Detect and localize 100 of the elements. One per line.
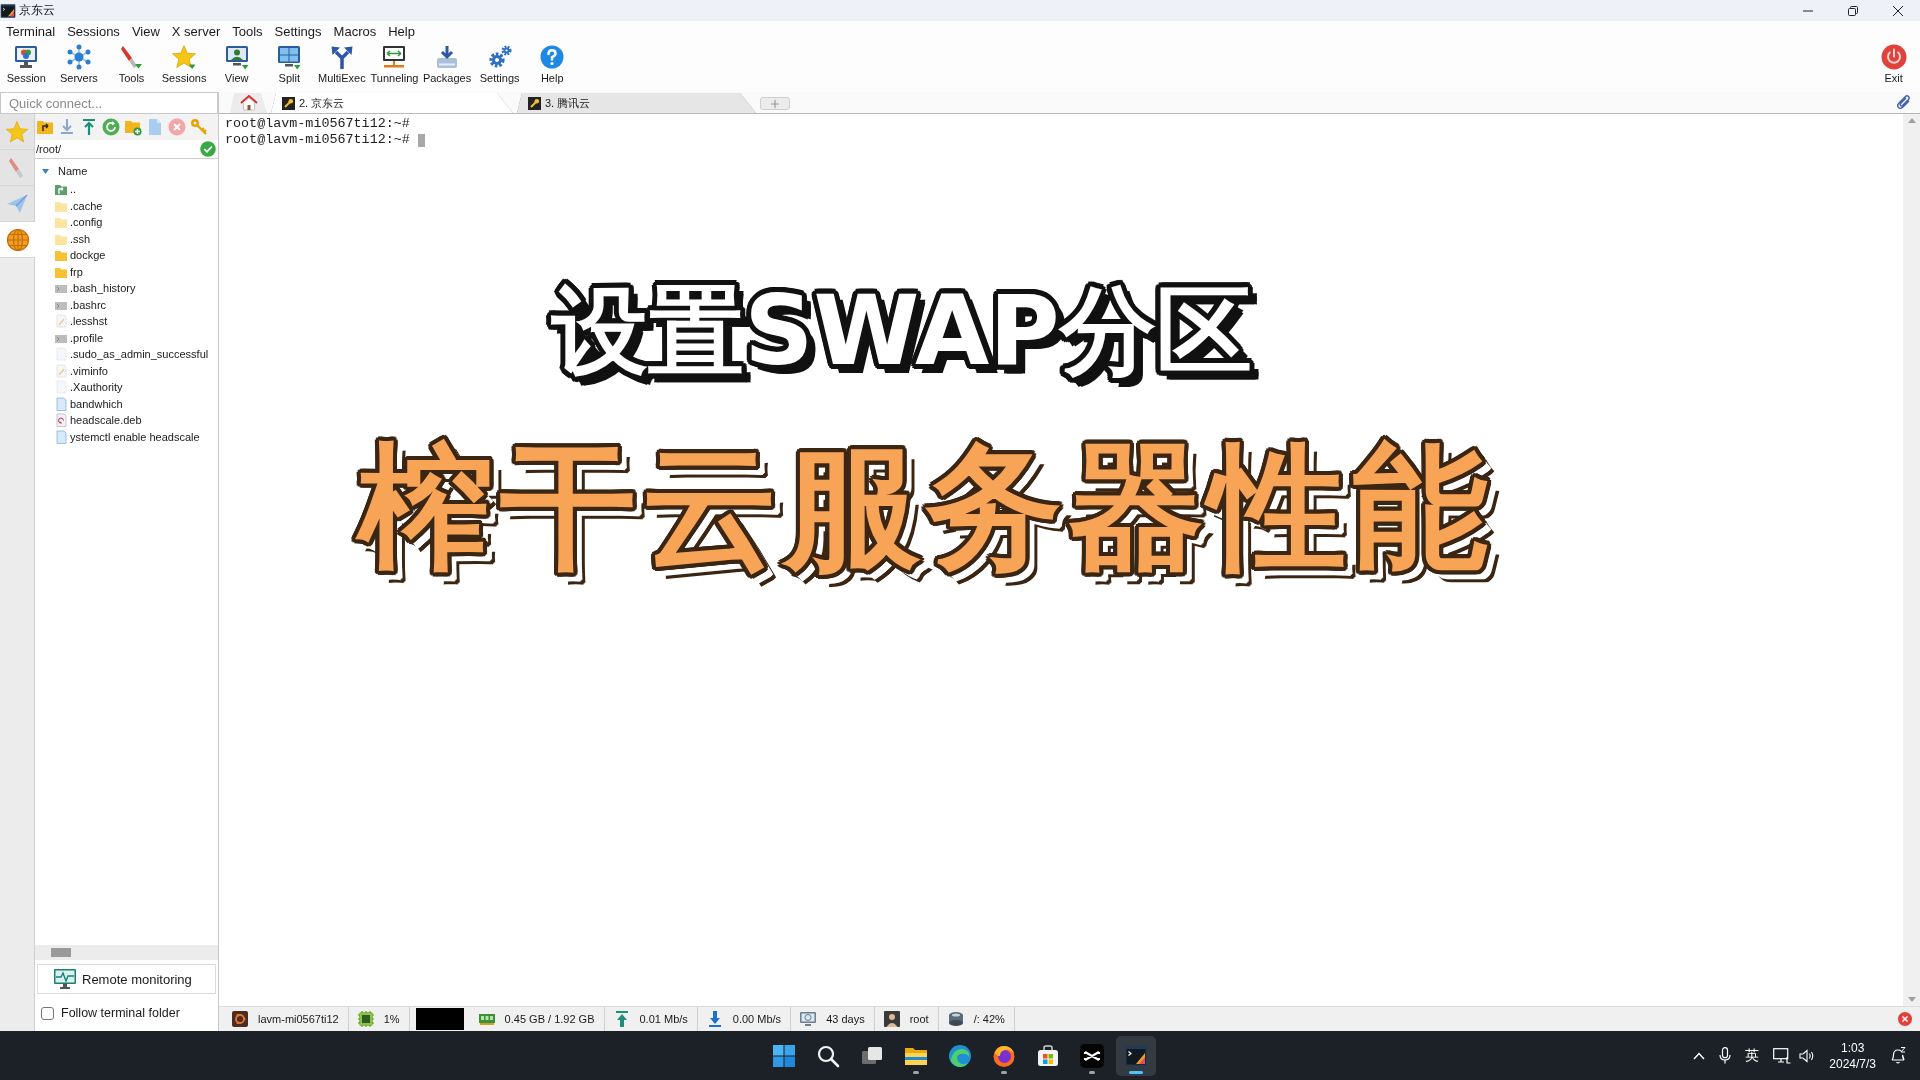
wrench-icon <box>282 96 295 110</box>
servers-button[interactable]: Servers <box>52 42 106 85</box>
cpu-usage-label: 1% <box>383 1013 400 1025</box>
view-button[interactable]: View <box>210 42 263 85</box>
terminal-button[interactable] <box>1116 1035 1156 1076</box>
network-nodes-icon <box>65 44 92 70</box>
shopping-bag-icon <box>1036 1043 1060 1068</box>
new-folder-icon[interactable] <box>124 118 142 136</box>
close-icon <box>1892 5 1903 16</box>
file-item[interactable]: .bashrc <box>35 296 107 313</box>
split-button[interactable]: Split <box>262 42 316 85</box>
exit-button[interactable]: Exit <box>1867 42 1920 85</box>
packages-button[interactable]: Packages <box>420 42 474 85</box>
vertical-scrollbar[interactable] <box>1903 114 1920 1006</box>
help-button[interactable]: Help <box>525 42 579 85</box>
folder-item[interactable]: .. <box>35 181 77 198</box>
text-file-icon <box>54 363 68 378</box>
uptime-label: 43 days <box>826 1013 865 1025</box>
star-icon <box>171 44 198 70</box>
search-icon <box>816 1043 840 1068</box>
settings-button[interactable]: Settings <box>473 42 526 85</box>
input-method-button[interactable]: 英 <box>1745 1046 1760 1065</box>
folder-item[interactable]: .ssh <box>35 230 91 247</box>
monitor-user-icon <box>223 44 250 70</box>
monitor-icon <box>800 1011 817 1027</box>
multiexec-button[interactable]: MultiExec <box>315 42 369 85</box>
quick-connect-field[interactable]: Quick connect... <box>0 92 218 114</box>
overlay-subtitle: 榨干云服务器性能 <box>352 427 1510 597</box>
follow-folder-checkbox[interactable] <box>41 1006 54 1020</box>
house-icon <box>239 95 258 111</box>
terminal-window-icon <box>1124 1043 1148 1068</box>
menu-item[interactable]: Tools <box>226 23 269 40</box>
folder-item[interactable]: .config <box>35 214 103 231</box>
disk-drive-icon <box>947 1011 964 1027</box>
clock-button[interactable]: 1:03 2024/7/3 <box>1829 1039 1876 1072</box>
cross-logo-icon <box>1080 1043 1104 1068</box>
close-icon[interactable] <box>1898 1012 1912 1026</box>
column-header[interactable]: Name <box>58 165 88 177</box>
menu-item[interactable]: Help <box>382 23 421 40</box>
memory-module-icon <box>478 1011 495 1027</box>
remote-monitoring-button[interactable]: Remote monitoring <box>37 964 216 994</box>
home-tab[interactable] <box>230 93 267 113</box>
session-button[interactable]: Session <box>0 42 53 85</box>
sidebar-tab[interactable] <box>0 222 35 258</box>
microphone-icon[interactable] <box>1719 1047 1732 1064</box>
folder-icon <box>54 248 68 263</box>
paperclip-icon[interactable] <box>1896 94 1912 110</box>
terminal-line: root@lavm-mi0567ti12:~# <box>225 132 410 148</box>
menu-item[interactable]: Macros <box>327 23 383 40</box>
scroll-up-arrow-icon[interactable] <box>1907 118 1916 123</box>
upload-speed-label: 0.01 Mb/s <box>639 1013 688 1025</box>
horizontal-scrollbar[interactable] <box>35 945 218 960</box>
scrollbar-thumb[interactable] <box>51 948 71 957</box>
disk-usage-label: /: 42% <box>973 1013 1005 1025</box>
folder-item[interactable]: frp <box>35 263 83 280</box>
upload-arrow-icon <box>613 1011 630 1027</box>
monitor-pulse-icon <box>54 969 76 989</box>
upload-icon[interactable] <box>80 118 98 136</box>
menu-item[interactable]: View <box>125 23 166 40</box>
file-item[interactable]: headscale.deb <box>35 412 142 429</box>
menu-item[interactable]: Sessions <box>61 23 126 40</box>
download-speed-label: 0.00 Mb/s <box>732 1013 782 1025</box>
file-icon <box>54 396 68 411</box>
session-tab[interactable]: 3. 腾讯云 <box>517 93 756 113</box>
file-item[interactable]: .bash_history <box>35 280 136 297</box>
file-item[interactable]: ystemctl enable headscale <box>35 428 200 445</box>
file-item[interactable]: .sudo_as_admin_successful <box>35 346 209 363</box>
path-field[interactable]: /root/ <box>35 143 200 155</box>
folder-up-icon[interactable] <box>36 118 54 136</box>
check-icon[interactable] <box>200 141 216 157</box>
file-item[interactable]: .profile <box>35 329 104 346</box>
star-icon <box>5 119 29 144</box>
speaker-icon[interactable] <box>1799 1048 1816 1063</box>
plus-icon <box>771 99 779 108</box>
app-logo-icon <box>0 2 16 19</box>
globe-icon <box>5 227 30 252</box>
user-icon <box>883 1011 900 1027</box>
file-item[interactable]: bandwhich <box>35 395 123 412</box>
overlay-title: 设置SWAP分区 <box>546 274 1266 398</box>
chevron-up-icon[interactable] <box>1693 1051 1706 1060</box>
swirl-icon <box>948 1043 972 1068</box>
folder-item[interactable]: .cache <box>35 197 103 214</box>
window-title: 京东云 <box>19 2 55 19</box>
notification-bell-icon[interactable] <box>1890 1047 1906 1064</box>
monitor-network-icon[interactable] <box>1773 1047 1792 1064</box>
follow-folder-label: Follow terminal folder <box>61 1006 180 1020</box>
folder-item[interactable]: dockge <box>35 247 106 264</box>
file-item[interactable]: .Xauthority <box>35 379 123 396</box>
sessions-button[interactable]: Sessions <box>157 42 211 85</box>
spiral-file-icon <box>54 413 68 428</box>
refresh-icon[interactable] <box>102 118 120 136</box>
menu-item[interactable]: Settings <box>268 23 328 40</box>
tunneling-button[interactable]: Tunneling <box>368 42 421 85</box>
menu-item[interactable]: Terminal <box>0 23 62 40</box>
file-item[interactable]: .viminfo <box>35 362 108 379</box>
scroll-down-arrow-icon[interactable] <box>1907 997 1916 1002</box>
menu-item[interactable]: X server <box>165 23 227 40</box>
file-item[interactable]: .lesshst <box>35 313 108 330</box>
tools-button[interactable]: Tools <box>105 42 158 85</box>
session-tab[interactable]: 2. 京东云 <box>271 93 513 113</box>
